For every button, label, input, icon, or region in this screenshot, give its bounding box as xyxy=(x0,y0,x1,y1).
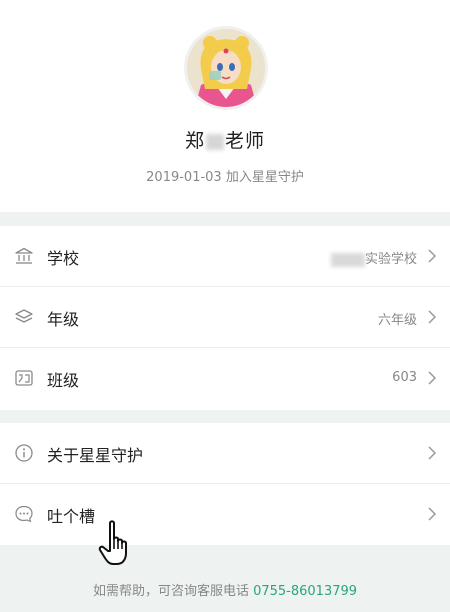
about-row[interactable]: 关于星星守护 xyxy=(0,423,450,484)
grade-label: 年级 xyxy=(47,310,80,329)
profile-card: 郑老师 2019-01-03 加入星星守护 xyxy=(0,0,450,212)
teacher-name: 郑老师 xyxy=(0,126,450,153)
name-redaction xyxy=(206,133,224,150)
grade-row[interactable]: 年级 六年级 xyxy=(0,287,450,348)
chevron-right-icon xyxy=(428,249,437,263)
name-prefix: 郑 xyxy=(184,130,205,152)
class-value: 603 xyxy=(392,370,417,385)
school-icon xyxy=(15,247,33,264)
school-label: 学校 xyxy=(47,249,80,268)
about-label: 关于星星守护 xyxy=(47,446,144,465)
info-list: 学校 实验学校 年级 六年级 班级 603 xyxy=(0,226,450,410)
chevron-right-icon xyxy=(428,507,437,521)
help-text: 如需帮助，可咨询客服电话 xyxy=(92,584,249,599)
name-suffix: 老师 xyxy=(225,130,266,152)
info-icon xyxy=(15,444,33,462)
avatar[interactable] xyxy=(184,26,268,110)
chevron-right-icon xyxy=(428,371,437,385)
grade-value: 六年级 xyxy=(377,313,417,328)
class-row[interactable]: 班级 603 xyxy=(0,348,450,409)
avatar-illustration xyxy=(187,29,265,107)
help-footer: 如需帮助，可咨询客服电话 0755-86013799 xyxy=(0,580,450,599)
chevron-right-icon xyxy=(428,446,437,460)
hand-cursor-icon xyxy=(98,520,127,565)
feedback-row[interactable]: 吐个槽 xyxy=(0,484,450,545)
class-icon xyxy=(15,370,33,386)
school-row[interactable]: 学校 实验学校 xyxy=(0,226,450,287)
action-list: 关于星星守护 吐个槽 xyxy=(0,423,450,545)
layers-icon xyxy=(15,309,33,323)
class-label: 班级 xyxy=(47,371,80,390)
chat-bubble-icon xyxy=(15,505,33,523)
support-phone-link[interactable]: 0755-86013799 xyxy=(253,584,357,599)
school-redaction xyxy=(330,252,365,267)
school-value: 实验学校 xyxy=(330,248,417,267)
join-date: 2019-01-03 加入星星守护 xyxy=(146,170,304,185)
school-value-text: 实验学校 xyxy=(364,252,417,267)
feedback-label: 吐个槽 xyxy=(47,507,96,526)
chevron-right-icon xyxy=(428,310,437,324)
